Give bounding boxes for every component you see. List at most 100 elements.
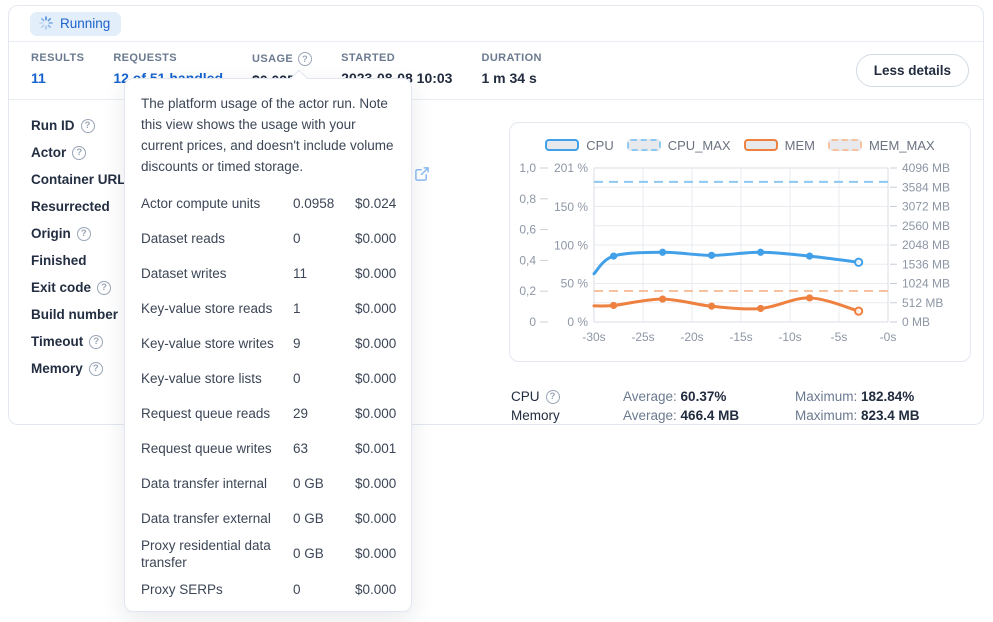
usage-row-cost: $0.000	[355, 581, 396, 599]
usage-row: Data transfer external0 GB$0.000	[141, 502, 395, 537]
usage-row-label: Actor compute units	[141, 195, 293, 213]
series-point-mem	[855, 307, 862, 314]
usage-row-label: Data transfer external	[141, 510, 293, 528]
x-axis-tick: -20s	[680, 330, 703, 344]
metrics-column: CPU CPU_MAX MEM MEM_MAX 1,00,80,60,40,20201…	[509, 122, 971, 425]
usage-row: Proxy SERPs0$0.000	[141, 572, 395, 607]
y-axis-mb-tick: 512 MB	[902, 296, 943, 310]
series-point-cpu	[806, 253, 813, 260]
y-axis-mb-tick: 1536 MB	[902, 257, 950, 271]
x-axis-tick: -25s	[631, 330, 654, 344]
y-axis-mb-tick: 4096 MB	[902, 161, 950, 175]
field-label: Actor	[31, 145, 66, 160]
legend-item-cpu_max: CPU_MAX	[627, 138, 731, 153]
usage-row: Key-value store reads1$0.000	[141, 292, 395, 327]
stat-label: DURATION	[481, 52, 541, 64]
y-axis-mb-tick: 3072 MB	[902, 200, 950, 214]
usage-tooltip: The platform usage of the actor run. Not…	[124, 78, 412, 612]
usage-row-cost: $0.024	[355, 195, 396, 213]
summary-metric-label: Memory	[511, 408, 623, 423]
stat-label-text: USAGE	[252, 53, 293, 65]
status-badge: Running	[30, 12, 121, 36]
usage-row-cost: $0.000	[355, 265, 396, 283]
usage-row: Key-value store lists0$0.000	[141, 362, 395, 397]
external-link-icon[interactable]	[414, 166, 430, 182]
stat-label-text: STARTED	[341, 52, 395, 64]
stat-value: 1 m 34 s	[481, 70, 541, 86]
field-label: Finished	[31, 253, 87, 268]
help-icon[interactable]	[81, 119, 95, 133]
legend-label: CPU_MAX	[668, 138, 731, 153]
series-point-cpu	[855, 259, 862, 266]
usage-row-label: Key-value store reads	[141, 300, 293, 318]
usage-row-label: Dataset reads	[141, 230, 293, 248]
y-axis-unit-tick: 0,8	[519, 192, 536, 206]
summary-maximum-label: Maximum:	[795, 408, 861, 423]
usage-row: Request queue writes63$0.001	[141, 432, 395, 467]
usage-row-value: 0 GB	[293, 510, 355, 528]
usage-row-value: 0	[293, 581, 355, 599]
usage-row-cost: $0.000	[355, 405, 396, 423]
usage-row-value: 0 GB	[293, 545, 355, 563]
usage-row-label: Key-value store writes	[141, 335, 293, 353]
legend-label: MEM	[785, 138, 815, 153]
help-icon[interactable]	[97, 281, 111, 295]
field-label: Memory	[31, 361, 83, 376]
x-axis-tick: -30s	[582, 330, 605, 344]
help-icon[interactable]	[89, 335, 103, 349]
x-axis-tick: -10s	[778, 330, 801, 344]
usage-row-cost: $0.000	[355, 300, 396, 318]
usage-row: Key-value store writes9$0.000	[141, 327, 395, 362]
usage-row-cost: $0.000	[355, 230, 396, 248]
stat-label-text: RESULTS	[31, 52, 84, 64]
field-label: Timeout	[31, 334, 83, 349]
legend-label: MEM_MAX	[869, 138, 935, 153]
series-point-cpu	[757, 249, 764, 256]
usage-row-label: Request queue writes	[141, 440, 293, 458]
help-icon[interactable]	[89, 362, 103, 376]
spinner-icon	[39, 16, 53, 30]
y-axis-percent-tick: 0 %	[567, 315, 588, 329]
series-point-mem	[806, 294, 813, 301]
summary-maximum: Maximum: 823.4 MB	[795, 408, 971, 423]
summary-average: Average: 466.4 MB	[623, 408, 795, 423]
tooltip-description: The platform usage of the actor run. Not…	[141, 94, 395, 178]
help-icon[interactable]	[72, 146, 86, 160]
usage-row-value: 1	[293, 300, 355, 318]
summary-maximum-value: 182.84%	[861, 389, 914, 404]
series-point-mem	[610, 302, 617, 309]
usage-row-cost: $0.000	[355, 370, 396, 388]
x-axis-tick: -15s	[729, 330, 752, 344]
series-point-cpu	[659, 249, 666, 256]
y-axis-mb-tick: 1024 MB	[902, 277, 950, 291]
usage-row: Dataset reads0$0.000	[141, 222, 395, 257]
summary-average-value: 466.4 MB	[681, 408, 740, 423]
usage-row: Dataset writes11$0.000	[141, 257, 395, 292]
y-axis-percent-tick: 150 %	[554, 200, 588, 214]
usage-row-label: Data transfer internal	[141, 475, 293, 493]
usage-row-value: 0	[293, 370, 355, 388]
help-icon[interactable]	[298, 52, 312, 66]
summary-average-value: 60.37%	[681, 389, 727, 404]
stat-value[interactable]: 11	[31, 70, 84, 86]
x-axis-tick: -5s	[831, 330, 848, 344]
usage-row-cost: $0.000	[355, 335, 396, 353]
summary-maximum: Maximum: 182.84%	[795, 389, 971, 404]
metrics-chart: 1,00,80,60,40,20201 %150 %100 %50 %0 %40…	[510, 158, 968, 354]
field-label: Origin	[31, 226, 71, 241]
help-icon[interactable]	[77, 227, 91, 241]
usage-row-label: Proxy SERPs	[141, 581, 293, 599]
usage-row: Actor compute units0.0958$0.024	[141, 187, 395, 222]
less-details-button[interactable]: Less details	[856, 54, 969, 87]
series-point-mem	[708, 303, 715, 310]
stat-label-text: REQUESTS	[113, 52, 177, 64]
help-icon[interactable]	[546, 390, 560, 404]
summary-row-cpu: CPUAverage: 60.37%Maximum: 182.84%	[511, 387, 971, 406]
legend-label: CPU	[586, 138, 613, 153]
summary-average-label: Average:	[623, 408, 681, 423]
legend-item-mem_max: MEM_MAX	[828, 138, 935, 153]
legend-swatch-mem	[744, 139, 778, 151]
summary-maximum-label: Maximum:	[795, 389, 861, 404]
summary-row-memory: MemoryAverage: 466.4 MBMaximum: 823.4 MB	[511, 406, 971, 425]
summary-maximum-value: 823.4 MB	[861, 408, 920, 423]
